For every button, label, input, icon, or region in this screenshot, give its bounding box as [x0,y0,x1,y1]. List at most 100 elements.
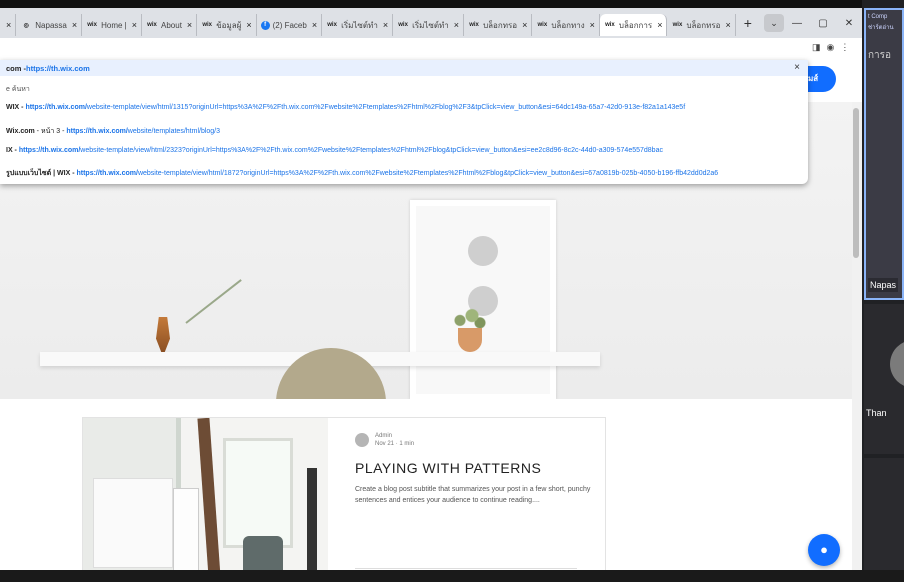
kitchen-window [223,438,293,548]
signup-button[interactable]: มส์ [804,66,836,92]
tile-label: การอ [868,50,892,61]
wix-icon: wix [147,22,157,28]
tab-title: Napassa [35,20,67,30]
browser-tab[interactable]: wix บล็อกทาง × [532,14,600,36]
omnibox-title: com - [6,63,27,73]
participant-avatar [890,340,904,388]
tab-close-icon[interactable]: × [132,20,137,30]
tab-close-icon[interactable]: × [657,20,662,30]
browser-tab[interactable]: wix Home | × [82,14,143,36]
tab-title: Home | [101,20,127,30]
browser-tab[interactable]: ◎ Napassa × [16,14,83,36]
tab-close-icon[interactable]: × [246,20,251,30]
wix-icon: wix [87,22,97,28]
facebook-icon: f [260,20,270,30]
browser-tab[interactable]: f (2) Faceb × [257,14,323,36]
participant-tile[interactable] [864,458,904,570]
browser-tab[interactable]: wix ข้อมูลผู้ × [197,14,257,36]
post-date-line: Nov 21 · 1 min [375,440,414,448]
suggestion-url-path: website/templates/html/blog/3 [127,128,221,135]
browser-tab[interactable]: wix เริ่มไซต์ทำ × [393,14,465,36]
minimize-icon[interactable]: — [784,18,810,29]
post-read-time: 1 min [399,441,415,447]
tab-strip: × ◎ Napassa × wix Home | × wix About × wix ข้อมูลผ… [0,8,862,38]
tab-title: บล็อกการ [618,20,653,30]
tab-close-icon[interactable]: × [454,20,459,30]
globe-icon: ◎ [23,22,29,29]
suggestion-url-path: website-template/view/html/2323?originUr… [80,147,663,154]
suggestion-item[interactable]: Wix.com - หน้า 3 - https://th.wix.com/we… [6,126,220,137]
potted-plant [448,306,488,330]
side-panel-icon[interactable]: ◨ [812,42,821,53]
profile-icon[interactable]: ◉ [827,42,835,53]
post-cover-image[interactable] [83,418,328,570]
suggestion-title: Wix.com [6,128,35,135]
tab-close-icon[interactable]: × [522,20,527,30]
tab-search-button[interactable]: ⌄ [764,14,784,32]
suggestion-url-path: website-template/view/html/1872?originUr… [137,170,719,177]
frame-circle [468,236,498,266]
browser-tab[interactable]: wix บล็อกทรอ × [464,14,533,36]
close-icon[interactable]: ✕ [836,18,862,29]
suggestion-url: https://th.wix.com/website-template/view… [76,170,718,177]
post-divider [355,568,577,569]
post-date: Nov 21 [375,441,395,447]
post-title[interactable]: PLAYING WITH PATTERNS [355,460,541,476]
suggestion-url-path: website-template/view/html/1315?originUr… [86,104,686,111]
tab-title: (2) Faceb [272,20,307,30]
participant-tile-presenting[interactable]: t Comp ช่าร์ตอ่าน การอ Napas [864,8,904,300]
wix-icon: wix [537,22,548,28]
browser-tab[interactable]: wix เริ่มไซต์ทำ × [322,14,394,36]
tab-close-icon[interactable]: × [6,20,11,30]
new-tab-icon[interactable]: + [736,15,760,31]
meta-separator: · [395,441,398,447]
browser-tab[interactable]: × [0,14,17,36]
suggestion-item[interactable]: IX - https://th.wix.com/website-template… [6,147,663,154]
browser-tab[interactable]: wix บล็อกทรอ × [667,14,736,36]
window-controls: — ▢ ✕ [784,8,862,38]
tab-title: เริ่มไซต์ทำ [341,20,378,30]
menu-icon[interactable]: ⋮ [840,42,849,53]
copper-pot [458,328,482,352]
wix-icon: wix [202,22,213,28]
post-author[interactable]: Admin [375,432,414,440]
tab-close-icon[interactable]: × [187,20,192,30]
clear-icon[interactable]: × [794,62,800,73]
suggestion-url-host: https://th.wix.com/ [25,104,87,111]
wall-frame [410,200,556,399]
tab-close-icon[interactable]: × [72,20,77,30]
maximize-icon[interactable]: ▢ [810,18,836,29]
chat-button[interactable]: ● [808,534,840,566]
browser-window: × ◎ Napassa × wix Home | × wix About × wix ข้อมูลผ… [0,8,862,570]
omnibox-input[interactable]: com - https://th.wix.com × [0,60,808,76]
suggestion-url: https://th.wix.com/website/templates/htm… [66,128,220,135]
participant-name: Than [866,408,887,418]
kitchen-tree [197,418,221,570]
browser-tab[interactable]: wix บล็อกการ × [599,14,668,36]
tab-close-icon[interactable]: × [383,20,388,30]
tile-header: t Comp [868,14,888,20]
participant-tile[interactable]: Than [864,304,904,454]
suggestion-item[interactable]: WIX - https://th.wix.com/website-templat… [6,104,685,111]
tab-close-icon[interactable]: × [590,20,595,30]
suggestion-url-host: https://th.wix.com/ [18,147,81,154]
tab-title: บล็อกทาง [551,20,585,30]
suggestion-url-host: https://th.wix.com/ [76,170,138,177]
suggestion-search[interactable]: e ค้นหา [6,84,30,95]
tab-title: เริ่มไซต์ทำ [412,20,449,30]
browser-tab[interactable]: wix About × [142,14,198,36]
screen: × ◎ Napassa × wix Home | × wix About × wix ข้อมูลผ… [0,0,904,582]
plant-sprig [185,279,242,324]
kitchen-chair [243,536,283,570]
avatar[interactable] [355,433,369,447]
tab-close-icon[interactable]: × [312,20,317,30]
omnibox-url: https://th.wix.com [26,63,90,73]
toolbar-extensions: ◨ ◉ ⋮ [812,42,849,53]
blog-post-card[interactable]: Admin Nov 21 · 1 min PLAYING WITH PATTER… [82,417,606,570]
suggestion-item[interactable]: รูปแบบเว็บไซต์ | WIX - https://th.wix.co… [6,168,718,179]
suggestion-url-host: https://th.wix.com/ [66,128,128,135]
scrollbar-thumb[interactable] [853,108,859,258]
kitchen-lamp [307,468,317,570]
tab-close-icon[interactable]: × [725,20,730,30]
kitchen-cabinet [93,478,173,568]
